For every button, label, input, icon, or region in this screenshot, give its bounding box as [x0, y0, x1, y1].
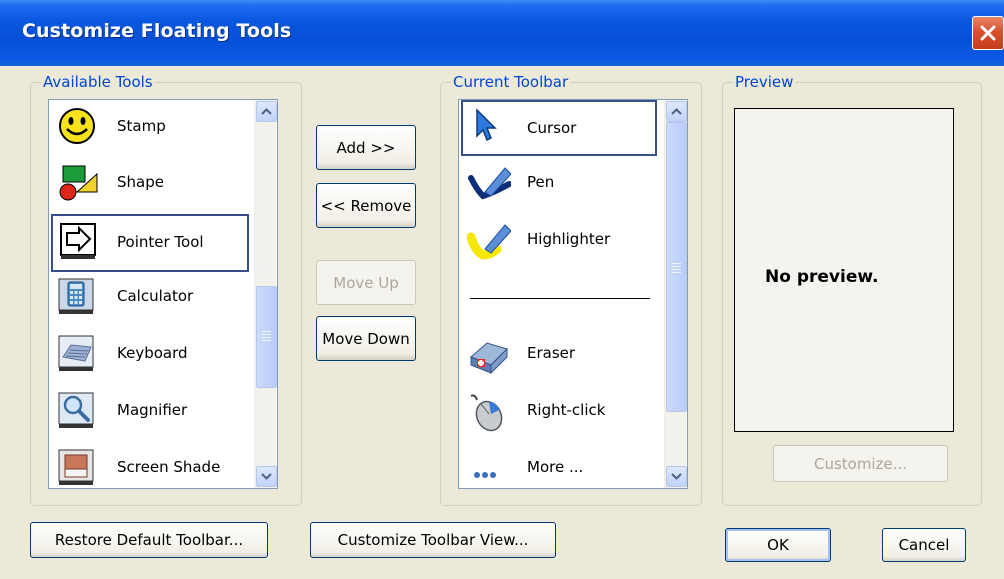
list-item-label: Highlighter: [527, 230, 611, 248]
no-preview-text: No preview.: [765, 267, 879, 287]
chevron-up-icon: [261, 108, 272, 115]
list-item-pen[interactable]: Pen: [461, 156, 665, 212]
chevron-up-icon: [671, 108, 682, 115]
list-item-magnifier[interactable]: Magnifier: [51, 384, 255, 440]
scroll-up-button[interactable]: [256, 101, 277, 122]
list-item-label: More ...: [527, 458, 584, 476]
list-item-shape[interactable]: Shape: [51, 156, 255, 212]
screen-shade-icon: [57, 447, 101, 488]
available-tools-label: Available Tools: [41, 73, 155, 91]
separator-line: [470, 298, 650, 299]
smiley-stamp-icon: [57, 106, 101, 150]
list-item-label: Shape: [117, 173, 164, 191]
list-item-more[interactable]: More ...: [461, 441, 665, 488]
add-button[interactable]: Add >>: [316, 125, 416, 170]
current-toolbar-scrollbar[interactable]: [664, 100, 687, 488]
list-item-label: Screen Shade: [117, 458, 221, 476]
available-tools-scrollbar[interactable]: [254, 100, 277, 488]
scroll-down-button[interactable]: [256, 466, 277, 487]
ok-button[interactable]: OK: [725, 528, 831, 562]
scroll-thumb[interactable]: [256, 286, 277, 388]
close-button[interactable]: [972, 16, 1004, 50]
preview-label: Preview: [733, 73, 796, 91]
scroll-down-button[interactable]: [666, 466, 687, 487]
remove-button[interactable]: << Remove: [316, 183, 416, 228]
list-item-label: Pen: [527, 173, 555, 191]
keyboard-icon: [57, 333, 101, 377]
current-toolbar-list[interactable]: Cursor Pen Highlighter Eraser Right-clic…: [458, 99, 688, 489]
magnifier-icon: [57, 390, 101, 434]
calculator-icon: [57, 276, 101, 320]
pen-icon: [467, 162, 512, 206]
cursor-arrow-icon: [469, 106, 513, 150]
list-item-screen-shade[interactable]: Screen Shade: [51, 441, 255, 488]
customize-button[interactable]: Customize...: [773, 445, 948, 482]
eraser-icon: [467, 333, 511, 377]
chevron-down-icon: [671, 473, 682, 480]
move-down-button[interactable]: Move Down: [316, 316, 416, 361]
list-item-label: Right-click: [527, 401, 606, 419]
preview-area: No preview.: [734, 108, 954, 432]
cancel-button[interactable]: Cancel: [882, 528, 966, 562]
list-item-label: Stamp: [117, 117, 166, 135]
customize-floating-tools-dialog: Customize Floating Tools Available Tools…: [0, 0, 1004, 579]
list-item-stamp[interactable]: Stamp: [51, 100, 255, 156]
available-tools-list[interactable]: Stamp Shape Pointer Tool Calculator Keyb…: [48, 99, 278, 489]
mouse-right-click-icon: [467, 390, 511, 434]
scroll-thumb[interactable]: [666, 122, 687, 412]
highlighter-icon: [466, 219, 512, 263]
more-dots-icon: [467, 447, 511, 488]
list-item-eraser[interactable]: Eraser: [461, 327, 665, 383]
chevron-down-icon: [261, 473, 272, 480]
shape-icon: [57, 162, 101, 206]
move-up-button[interactable]: Move Up: [316, 260, 416, 305]
list-item-label: Eraser: [527, 344, 576, 362]
list-item-highlighter[interactable]: Highlighter: [461, 213, 665, 269]
restore-default-toolbar-button[interactable]: Restore Default Toolbar...: [30, 522, 268, 558]
list-item-label: Calculator: [117, 287, 194, 305]
customize-toolbar-view-button[interactable]: Customize Toolbar View...: [310, 522, 556, 558]
list-item-right-click[interactable]: Right-click: [461, 384, 665, 440]
list-item-cursor[interactable]: Cursor: [461, 100, 657, 156]
list-item-label: Keyboard: [117, 344, 188, 362]
title-bar[interactable]: Customize Floating Tools: [0, 0, 1004, 66]
scroll-up-button[interactable]: [666, 101, 687, 122]
list-item-label: Magnifier: [117, 401, 188, 419]
close-icon: [980, 25, 996, 41]
list-item-label: Pointer Tool: [117, 233, 204, 251]
list-item-calculator[interactable]: Calculator: [51, 270, 255, 326]
window-title: Customize Floating Tools: [22, 20, 292, 42]
list-item-label: Cursor: [527, 119, 577, 137]
list-item-keyboard[interactable]: Keyboard: [51, 327, 255, 383]
current-toolbar-label: Current Toolbar: [451, 73, 571, 91]
pointer-arrow-icon: [59, 221, 103, 265]
list-item-pointer-tool[interactable]: Pointer Tool: [51, 214, 249, 272]
